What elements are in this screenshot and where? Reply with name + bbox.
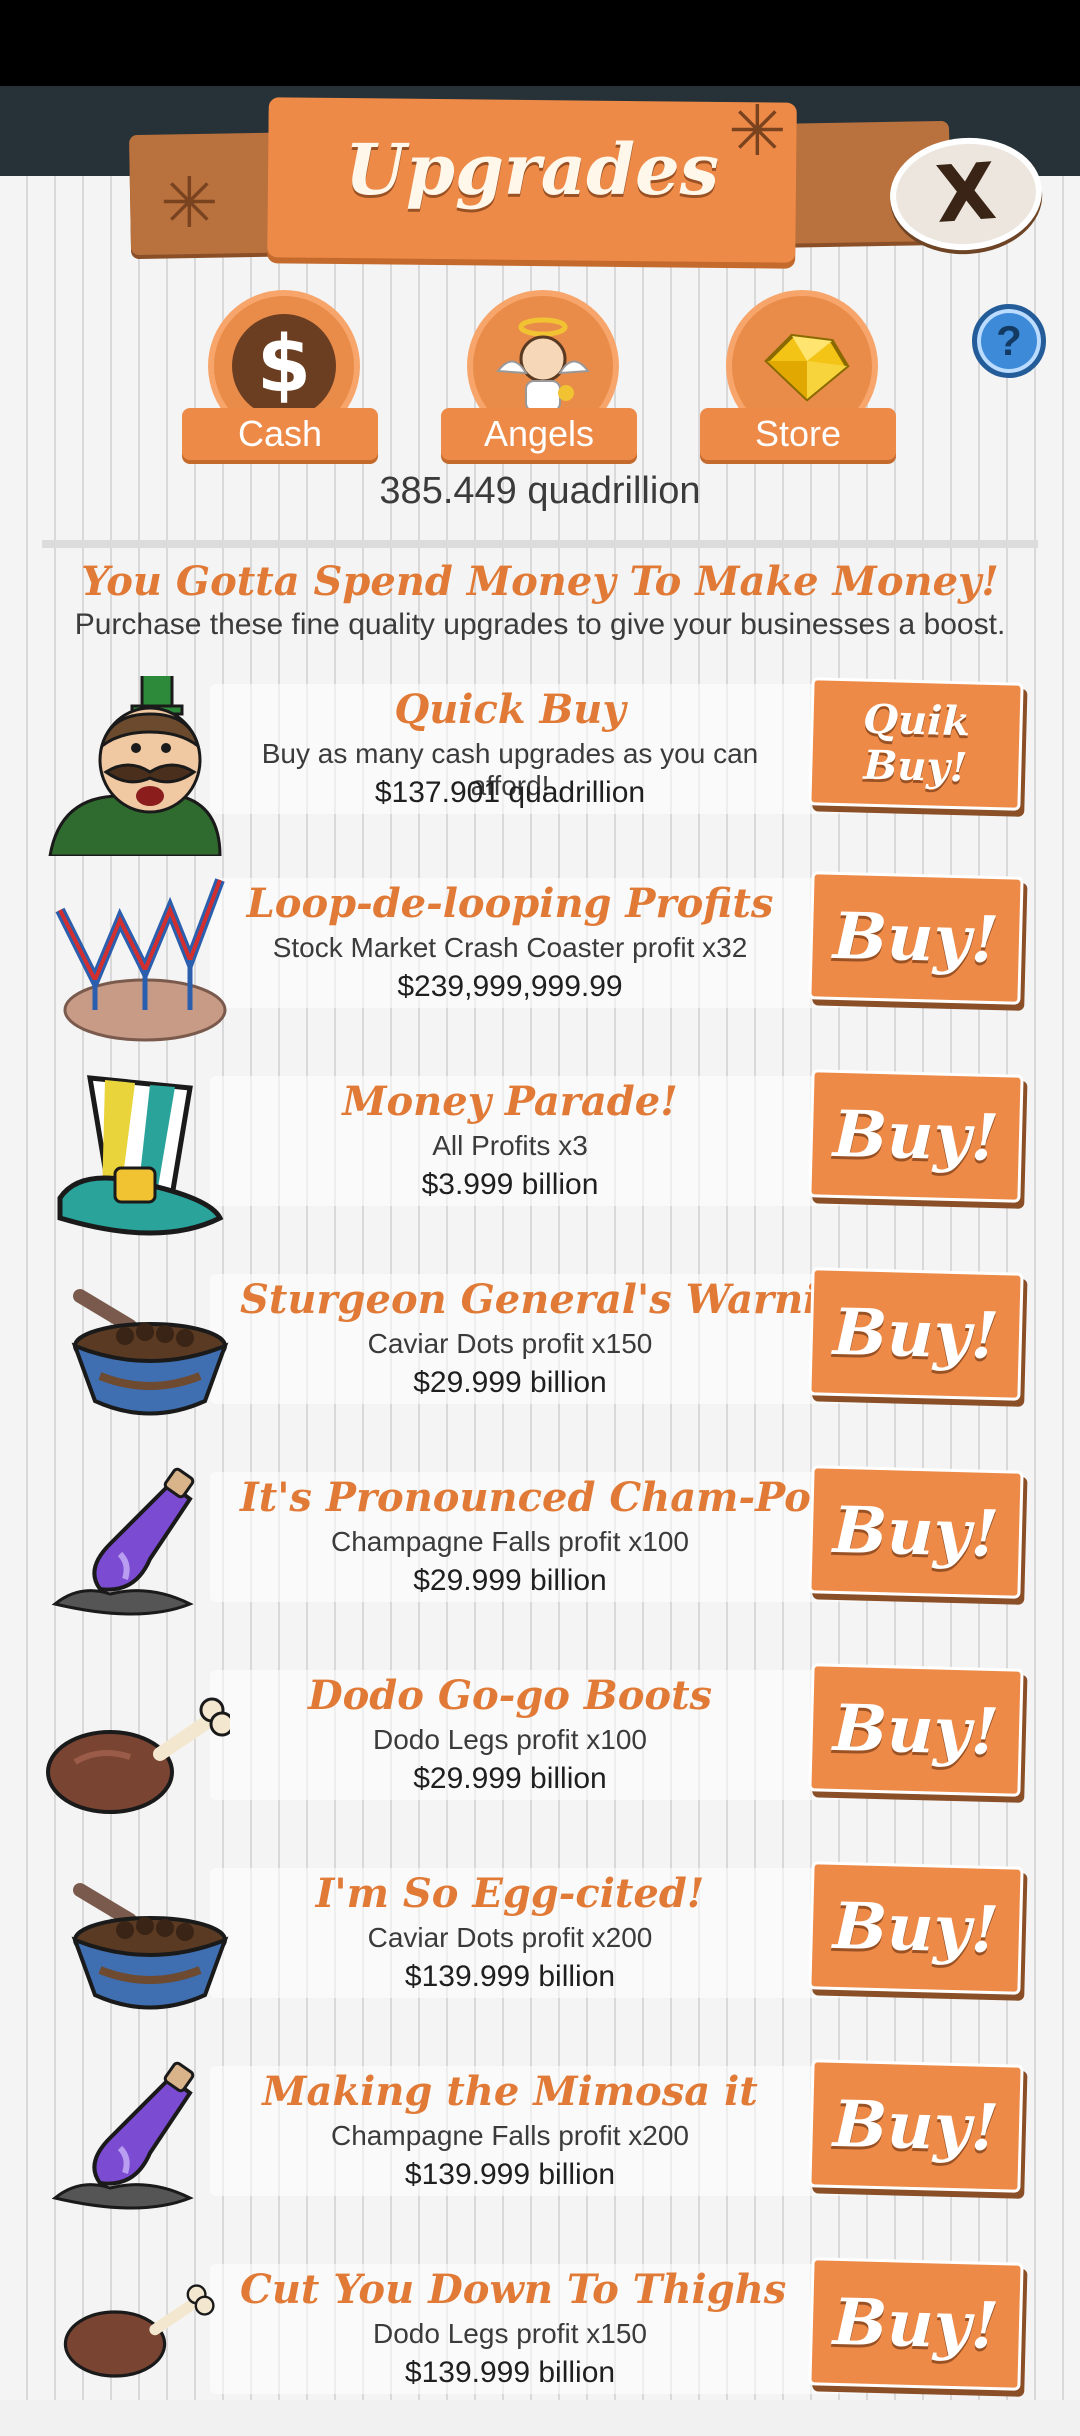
page-title: Upgrades <box>344 128 720 211</box>
upgrade-row: Dodo Go-go Boots Dodo Legs profit x100 $… <box>0 1662 1080 1860</box>
upgrade-name: Dodo Go-go Boots <box>307 1672 713 1719</box>
upgrade-row: Cut You Down To Thighs Dodo Legs profit … <box>0 2256 1080 2400</box>
striped-top-hat-icon <box>40 1068 240 1248</box>
upgrade-price: $29.999 billion <box>413 1762 607 1795</box>
upgrade-description: All Profits x3 <box>432 1130 588 1161</box>
upgrade-row: Money Parade! All Profits x3 $3.999 bill… <box>0 1068 1080 1266</box>
tab-store-label: Store <box>700 408 896 460</box>
drumstick-icon <box>40 2256 240 2436</box>
upgrade-name: Sturgeon General's Warning <box>240 1276 876 1323</box>
tab-cash-label: Cash <box>182 408 378 460</box>
champagne-bottle-icon <box>40 1464 240 1644</box>
upgrade-row: I'm So Egg-cited! Caviar Dots profit x20… <box>0 1860 1080 2058</box>
buy-button[interactable]: Buy! <box>808 2059 1024 2193</box>
upgrade-row: Sturgeon General's Warning Caviar Dots p… <box>0 1266 1080 1464</box>
upgrade-price: $137.901 quadrillion <box>374 776 646 809</box>
upgrade-description: Dodo Legs profit x150 <box>373 2318 647 2349</box>
upgrade-price: $139.999 billion <box>404 2356 616 2389</box>
upgrade-price: $29.999 billion <box>413 1366 607 1399</box>
buy-button[interactable]: Buy! <box>808 1663 1024 1797</box>
caviar-tin-icon <box>40 1860 240 2040</box>
upgrade-description: Caviar Dots profit x150 <box>367 1328 653 1359</box>
tab-angels[interactable]: Angels <box>441 290 637 460</box>
upgrade-row: Making the Mimosa it Champagne Falls pro… <box>0 2058 1080 2256</box>
tab-angels-label: Angels <box>441 408 637 460</box>
upgrade-row: Loop-de-looping Profits Stock Market Cra… <box>0 870 1080 1068</box>
upgrade-name: Loop-de-looping Profits <box>246 880 774 927</box>
help-button[interactable]: ? <box>972 304 1046 378</box>
cash-balance: 385.449 quadrillion <box>379 470 701 512</box>
upgrade-price: $139.999 billion <box>404 2158 616 2191</box>
status-bar <box>0 0 1080 86</box>
roller-coaster-icon <box>40 870 240 1050</box>
upgrade-name: It's Pronounced Cham-Pog-Na <box>240 1474 918 1521</box>
upgrade-name: Making the Mimosa it <box>262 2068 758 2115</box>
quick-buy-button[interactable]: Quik Buy! <box>808 677 1024 811</box>
tab-store[interactable]: Store <box>700 290 896 460</box>
upgrade-price: $139.999 billion <box>404 1960 616 1993</box>
mustached-tycoon-icon <box>40 670 240 858</box>
upgrade-name: I'm So Egg-cited! <box>315 1870 705 1917</box>
upgrades-headline: You Gotta Spend Money To Make Money! <box>81 558 999 605</box>
buy-button[interactable]: Buy! <box>808 1267 1024 1401</box>
upgrade-price: $29.999 billion <box>413 1564 607 1597</box>
divider <box>42 540 1038 548</box>
upgrade-name: Cut You Down To Thighs <box>240 2266 787 2313</box>
question-icon: ? <box>996 317 1022 364</box>
upgrade-description: Stock Market Crash Coaster profit x32 <box>272 932 748 963</box>
upgrade-description: Champagne Falls profit x100 <box>331 1526 689 1557</box>
buy-button[interactable]: Buy! <box>808 1069 1024 1203</box>
upgrade-price: $3.999 billion <box>421 1168 599 1201</box>
upgrade-row: Quick Buy Buy as many cash upgrades as y… <box>0 670 1080 874</box>
buy-button[interactable]: Buy! <box>808 871 1024 1005</box>
upgrade-name: Quick Buy <box>394 686 626 733</box>
upgrade-price: $239,999,999.99 <box>397 970 623 1003</box>
tab-cash[interactable]: $ Cash <box>182 290 378 460</box>
caviar-tin-icon <box>40 1266 240 1446</box>
upgrade-name: Money Parade! <box>342 1078 678 1125</box>
upgrade-description: Dodo Legs profit x100 <box>373 1724 647 1755</box>
champagne-bottle-icon <box>40 2058 240 2238</box>
buy-button[interactable]: Buy! <box>808 1465 1024 1599</box>
close-icon: X <box>932 147 1000 241</box>
upgrade-description: Caviar Dots profit x200 <box>367 1922 653 1953</box>
upgrade-description: Champagne Falls profit x200 <box>331 2120 689 2151</box>
buy-button[interactable]: Buy! <box>808 2257 1024 2391</box>
svg-text:$: $ <box>257 320 311 410</box>
drumstick-icon <box>40 1662 240 1842</box>
upgrades-subheadline: Purchase these fine quality upgrades to … <box>74 608 1006 641</box>
sparkle-icon: ✳ <box>160 164 219 242</box>
upgrade-row: It's Pronounced Cham-Pog-Na Champagne Fa… <box>0 1464 1080 1662</box>
buy-button[interactable]: Buy! <box>808 1861 1024 1995</box>
